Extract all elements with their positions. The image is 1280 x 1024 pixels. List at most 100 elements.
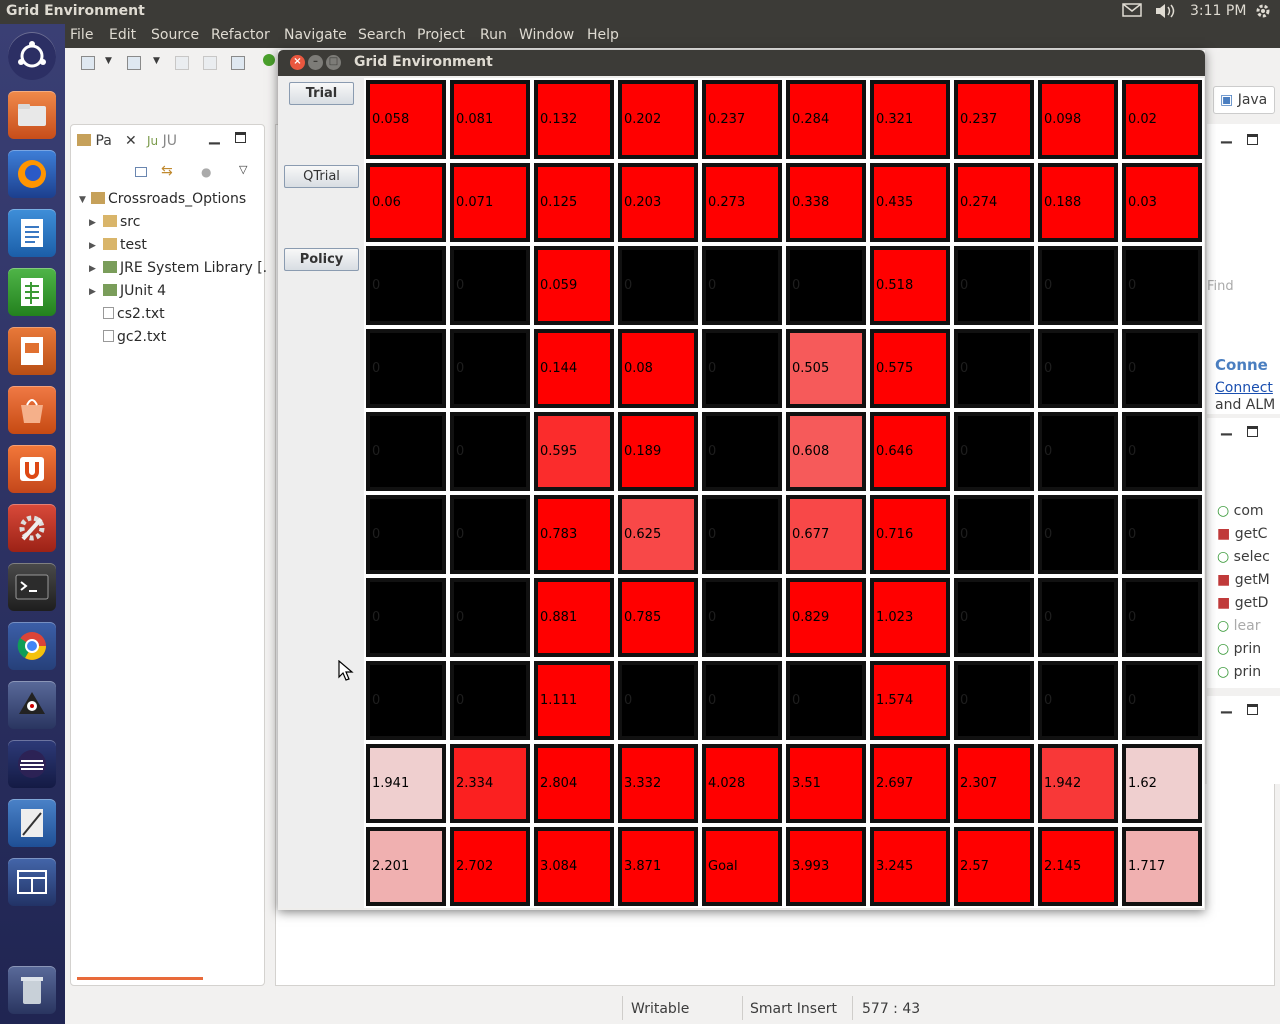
collapse-arrow-icon[interactable]: ▶: [89, 241, 96, 251]
outline-item[interactable]: ○ prin: [1217, 641, 1261, 657]
grid-cell[interactable]: Goal: [700, 825, 784, 908]
menu-source[interactable]: Source: [151, 27, 199, 43]
menu-file[interactable]: File: [70, 27, 93, 43]
java-app-icon[interactable]: [8, 681, 56, 729]
grid-cell[interactable]: 2.145: [1036, 825, 1120, 908]
grid-cell[interactable]: 0: [1036, 493, 1120, 576]
grid-cell[interactable]: 0.144: [532, 327, 616, 410]
tree-junit[interactable]: JUnit 4: [103, 283, 166, 299]
new-dropdown-icon[interactable]: ▼: [105, 56, 112, 66]
outline-item[interactable]: ○ lear: [1217, 618, 1261, 634]
mail-icon[interactable]: [1122, 3, 1142, 21]
grid-cell[interactable]: 0: [952, 493, 1036, 576]
grid-cell[interactable]: 0.435: [868, 161, 952, 244]
grid-cell[interactable]: 0: [952, 576, 1036, 659]
files-icon[interactable]: [8, 91, 56, 139]
minimize-view-icon[interactable]: ▁: [1221, 698, 1232, 714]
grid-cell[interactable]: 0: [448, 410, 532, 493]
grid-cell[interactable]: 0.188: [1036, 161, 1120, 244]
grid-cell[interactable]: 0: [616, 659, 700, 742]
outline-item[interactable]: ○ com: [1217, 503, 1264, 519]
junit-tab[interactable]: Ju JU: [147, 133, 177, 149]
save-all-icon[interactable]: [203, 56, 217, 70]
grid-cell[interactable]: 0.646: [868, 410, 952, 493]
grid-cell[interactable]: 0.071: [448, 161, 532, 244]
grid-cell[interactable]: 0.575: [868, 327, 952, 410]
grid-cell[interactable]: 2.702: [448, 825, 532, 908]
collapse-arrow-icon[interactable]: ▶: [89, 218, 96, 228]
grid-cell[interactable]: 0: [784, 244, 868, 327]
volume-icon[interactable]: [1154, 3, 1176, 23]
grid-cell[interactable]: 0.189: [616, 410, 700, 493]
grid-cell[interactable]: 0.098: [1036, 78, 1120, 161]
grid-cell[interactable]: 0: [700, 410, 784, 493]
maximize-view-icon[interactable]: [1247, 134, 1258, 145]
menu-help[interactable]: Help: [587, 27, 619, 43]
view-menu-icon[interactable]: ▽: [239, 163, 247, 176]
collapse-arrow-icon[interactable]: ▶: [89, 287, 96, 297]
grid-cell[interactable]: 1.111: [532, 659, 616, 742]
grid-cell[interactable]: 0: [700, 493, 784, 576]
grid-cell[interactable]: 0: [700, 327, 784, 410]
maximize-window-icon[interactable]: □: [326, 55, 341, 70]
link-with-editor-icon[interactable]: ⇆: [161, 163, 173, 179]
grid-cell[interactable]: 2.201: [364, 825, 448, 908]
workspace-switcher-icon[interactable]: [8, 858, 56, 906]
software-center-icon[interactable]: [8, 386, 56, 434]
trial-button[interactable]: Trial: [289, 82, 354, 105]
grid-cell[interactable]: 0.059: [532, 244, 616, 327]
grid-cell[interactable]: 0: [700, 244, 784, 327]
grid-cell[interactable]: 0.505: [784, 327, 868, 410]
ubuntu-one-icon[interactable]: [8, 445, 56, 493]
grid-cell[interactable]: 0.829: [784, 576, 868, 659]
package-explorer-tab[interactable]: Pa: [77, 133, 112, 149]
text-editor-icon[interactable]: [8, 799, 56, 847]
calc-icon[interactable]: [8, 268, 56, 316]
grid-cell[interactable]: 0.273: [700, 161, 784, 244]
grid-cell[interactable]: 2.307: [952, 742, 1036, 825]
grid-cell[interactable]: 0.125: [532, 161, 616, 244]
grid-cell[interactable]: 0.783: [532, 493, 616, 576]
outline-item[interactable]: ■ getC: [1217, 526, 1267, 542]
window-titlebar[interactable]: × – □ Grid Environment: [278, 50, 1205, 76]
close-tab-icon[interactable]: ✕: [125, 133, 137, 149]
grid-cell[interactable]: 1.942: [1036, 742, 1120, 825]
grid-cell[interactable]: 0: [364, 659, 448, 742]
minimize-view-icon[interactable]: ▁: [1221, 420, 1232, 436]
outline-item[interactable]: ○ prin: [1217, 664, 1261, 680]
grid-cell[interactable]: 1.717: [1120, 825, 1204, 908]
grid-cell[interactable]: 0.595: [532, 410, 616, 493]
outline-item[interactable]: ■ getM: [1217, 572, 1270, 588]
grid-cell[interactable]: 3.245: [868, 825, 952, 908]
grid-cell[interactable]: 0: [1120, 327, 1204, 410]
settings-gear-icon[interactable]: [1254, 2, 1272, 24]
grid-cell[interactable]: 3.332: [616, 742, 700, 825]
grid-cell[interactable]: 0: [616, 244, 700, 327]
grid-cell[interactable]: 0.716: [868, 493, 952, 576]
tree-src[interactable]: src: [103, 214, 140, 230]
tree-jre[interactable]: JRE System Library [.: [103, 260, 267, 276]
print-icon[interactable]: [231, 56, 245, 70]
menu-project[interactable]: Project: [417, 27, 465, 43]
grid-cell[interactable]: 0: [364, 576, 448, 659]
grid-cell[interactable]: 1.62: [1120, 742, 1204, 825]
grid-cell[interactable]: 0: [784, 659, 868, 742]
minimize-view-icon[interactable]: ▁: [209, 129, 220, 145]
qtrial-button[interactable]: QTrial: [284, 165, 359, 188]
terminal-icon[interactable]: [8, 563, 56, 611]
maximize-view-icon[interactable]: [1247, 704, 1258, 715]
collapse-all-icon[interactable]: [135, 167, 147, 177]
grid-cell[interactable]: 0.02: [1120, 78, 1204, 161]
grid-cell[interactable]: 0.03: [1120, 161, 1204, 244]
grid-cell[interactable]: 0: [364, 327, 448, 410]
menu-run[interactable]: Run: [480, 27, 507, 43]
tree-cs2[interactable]: cs2.txt: [103, 306, 165, 322]
outline-item[interactable]: ■ getD: [1217, 595, 1268, 611]
clock[interactable]: 3:11 PM: [1190, 3, 1246, 19]
grid-cell[interactable]: 1.941: [364, 742, 448, 825]
grid-cell[interactable]: 0.881: [532, 576, 616, 659]
chrome-icon[interactable]: [8, 622, 56, 670]
grid-cell[interactable]: 3.993: [784, 825, 868, 908]
new-icon[interactable]: [81, 56, 95, 70]
grid-cell[interactable]: 3.084: [532, 825, 616, 908]
